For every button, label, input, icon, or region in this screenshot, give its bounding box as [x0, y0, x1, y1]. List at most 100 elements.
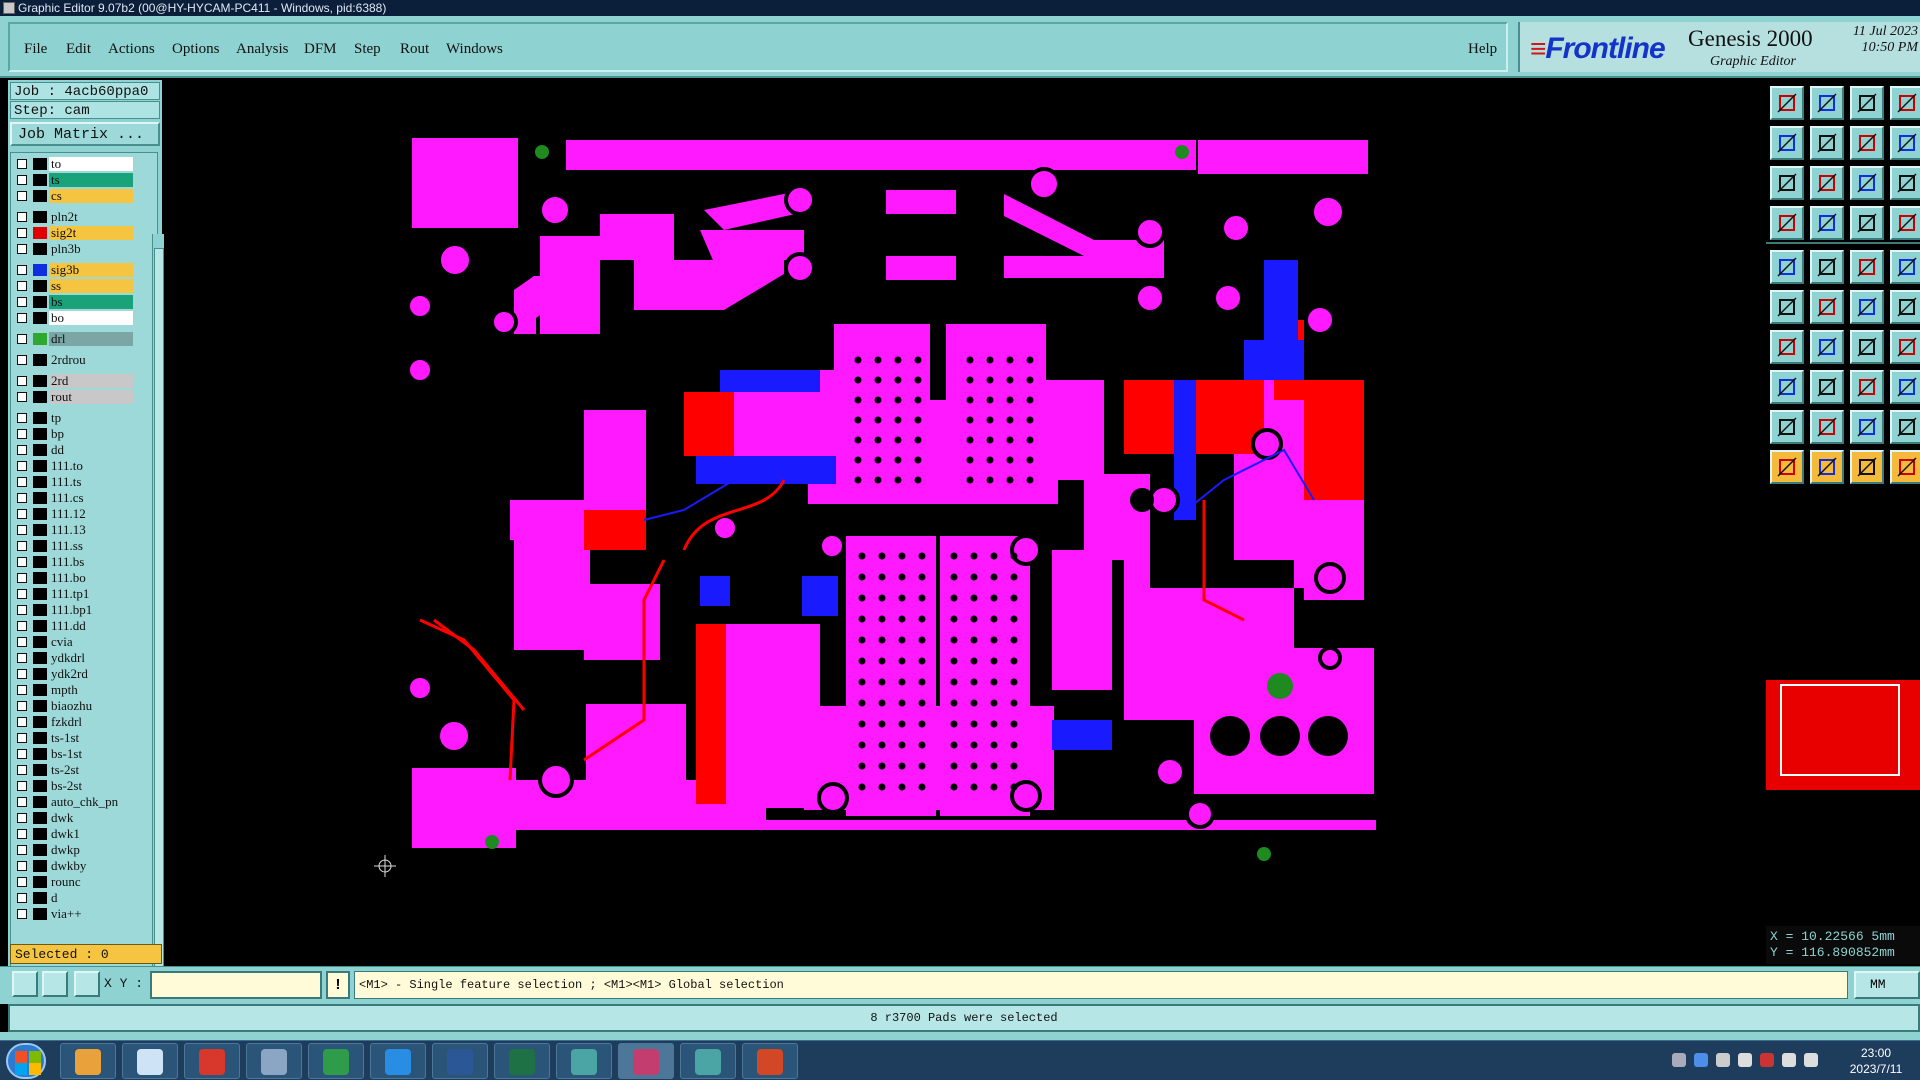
layer-name[interactable]: sig3b	[49, 263, 133, 277]
layer-row[interactable]: 111.to	[11, 459, 135, 473]
menu-rout[interactable]: Rout	[400, 41, 429, 58]
layer-name[interactable]: ts-1st	[49, 731, 133, 745]
select-lasso-tool[interactable]	[1850, 450, 1884, 484]
layer-row[interactable]: via++	[11, 907, 135, 921]
layer-checkbox[interactable]	[17, 509, 27, 519]
route-tool[interactable]	[1890, 330, 1920, 364]
layer-color-swatch[interactable]	[33, 354, 47, 366]
layer-row[interactable]: bs-1st	[11, 747, 135, 761]
layer-row[interactable]: sig2t	[11, 226, 135, 240]
grid-tool[interactable]	[1890, 206, 1920, 240]
point-tool[interactable]	[1770, 370, 1804, 404]
taskbar-green-icon[interactable]	[308, 1043, 364, 1079]
add-pad-tool[interactable]	[1770, 250, 1804, 284]
layer-checkbox[interactable]	[17, 429, 27, 439]
layer-name[interactable]: 111.ss	[49, 539, 133, 553]
exclamation-button[interactable]: !	[326, 971, 350, 999]
taskbar-genesis2-icon[interactable]	[680, 1043, 736, 1079]
layer-checkbox[interactable]	[17, 877, 27, 887]
layer-name[interactable]: rounc	[49, 875, 133, 889]
layer-name[interactable]: 2rdrou	[49, 353, 133, 367]
layer-checkbox[interactable]	[17, 749, 27, 759]
layer-name[interactable]: 111.ts	[49, 475, 133, 489]
layer-checkbox[interactable]	[17, 541, 27, 551]
layer-checkbox[interactable]	[17, 392, 27, 402]
select-pointer-tool[interactable]	[1770, 450, 1804, 484]
layer-name[interactable]: 2rd	[49, 374, 133, 388]
menu-file[interactable]: File	[24, 41, 47, 58]
layer-color-swatch[interactable]	[33, 780, 47, 792]
layer-checkbox[interactable]	[17, 313, 27, 323]
graphic-canvas[interactable]	[164, 80, 1764, 966]
layer-name[interactable]: ts	[49, 173, 133, 187]
layer-checkbox[interactable]	[17, 525, 27, 535]
layer-row[interactable]: ts-2st	[11, 763, 135, 777]
layer-row[interactable]: bs-2st	[11, 779, 135, 793]
layer-name[interactable]: dwkp	[49, 843, 133, 857]
layer-checkbox[interactable]	[17, 175, 27, 185]
layer-color-swatch[interactable]	[33, 296, 47, 308]
layer-color-swatch[interactable]	[33, 540, 47, 552]
layer-name[interactable]: rout	[49, 390, 133, 404]
layer-row[interactable]: 111.ts	[11, 475, 135, 489]
layer-color-swatch[interactable]	[33, 243, 47, 255]
layer-row[interactable]: 111.bs	[11, 555, 135, 569]
layer-checkbox[interactable]	[17, 191, 27, 201]
layer-color-swatch[interactable]	[33, 412, 47, 424]
overview-map[interactable]	[1766, 680, 1920, 790]
layer-color-swatch[interactable]	[33, 588, 47, 600]
layer-color-swatch[interactable]	[33, 524, 47, 536]
layer-color-swatch[interactable]	[33, 460, 47, 472]
layer-name[interactable]: 111.dd	[49, 619, 133, 633]
overview-viewport[interactable]	[1780, 684, 1900, 776]
add-surface-tool[interactable]	[1810, 250, 1844, 284]
layer-name[interactable]: fzkdrl	[49, 715, 133, 729]
layer-color-swatch[interactable]	[33, 391, 47, 403]
taskbar-genesis-icon[interactable]	[556, 1043, 612, 1079]
layer-row[interactable]: 111.13	[11, 523, 135, 537]
layer-name[interactable]: 111.bs	[49, 555, 133, 569]
layer-checkbox[interactable]	[17, 461, 27, 471]
layer-color-swatch[interactable]	[33, 892, 47, 904]
layer-color-swatch[interactable]	[33, 860, 47, 872]
layer-row[interactable]: dwkby	[11, 859, 135, 873]
layer-color-swatch[interactable]	[33, 444, 47, 456]
taskbar-editor-icon[interactable]	[618, 1043, 674, 1079]
back-tool[interactable]	[1770, 126, 1804, 160]
taskbar-shell-icon[interactable]	[60, 1043, 116, 1079]
taskbar-ppt-icon[interactable]	[742, 1043, 798, 1079]
layer-row[interactable]: ydkdrl	[11, 651, 135, 665]
layer-name[interactable]: d	[49, 891, 133, 905]
layer-name[interactable]: ts-2st	[49, 763, 133, 777]
layer-name[interactable]: pln3b	[49, 242, 133, 256]
layer-row[interactable]: dd	[11, 443, 135, 457]
layer-row[interactable]: auto_chk_pn	[11, 795, 135, 809]
layer-color-swatch[interactable]	[33, 796, 47, 808]
job-matrix-button[interactable]: Job Matrix ...	[10, 122, 160, 146]
layer-checkbox[interactable]	[17, 637, 27, 647]
arc-tool[interactable]	[1890, 290, 1920, 324]
layer-checkbox[interactable]	[17, 573, 27, 583]
layer-checkbox[interactable]	[17, 653, 27, 663]
layer-row[interactable]: biaozhu	[11, 699, 135, 713]
layer-row[interactable]: 2rdrou	[11, 353, 135, 367]
layer-name[interactable]: bs	[49, 295, 133, 309]
mountain-tool[interactable]	[1810, 410, 1844, 444]
layer-checkbox[interactable]	[17, 265, 27, 275]
xy-input[interactable]	[150, 971, 322, 999]
units-selector[interactable]: MM	[1854, 971, 1920, 999]
home-tool[interactable]	[1770, 86, 1804, 120]
menu-actions[interactable]: Actions	[108, 41, 155, 58]
center-tool[interactable]	[1810, 166, 1844, 200]
layer-name[interactable]: mpth	[49, 683, 133, 697]
layer-row[interactable]: cvia	[11, 635, 135, 649]
peak-tool[interactable]	[1850, 410, 1884, 444]
taskbar-redapp-icon[interactable]	[184, 1043, 240, 1079]
layer-row[interactable]: 2rd	[11, 374, 135, 388]
layer-checkbox[interactable]	[17, 605, 27, 615]
layer-checkbox[interactable]	[17, 701, 27, 711]
layer-row[interactable]: 111.ss	[11, 539, 135, 553]
layer-checkbox[interactable]	[17, 781, 27, 791]
layer-checkbox[interactable]	[17, 845, 27, 855]
layer-name[interactable]: to	[49, 157, 133, 171]
